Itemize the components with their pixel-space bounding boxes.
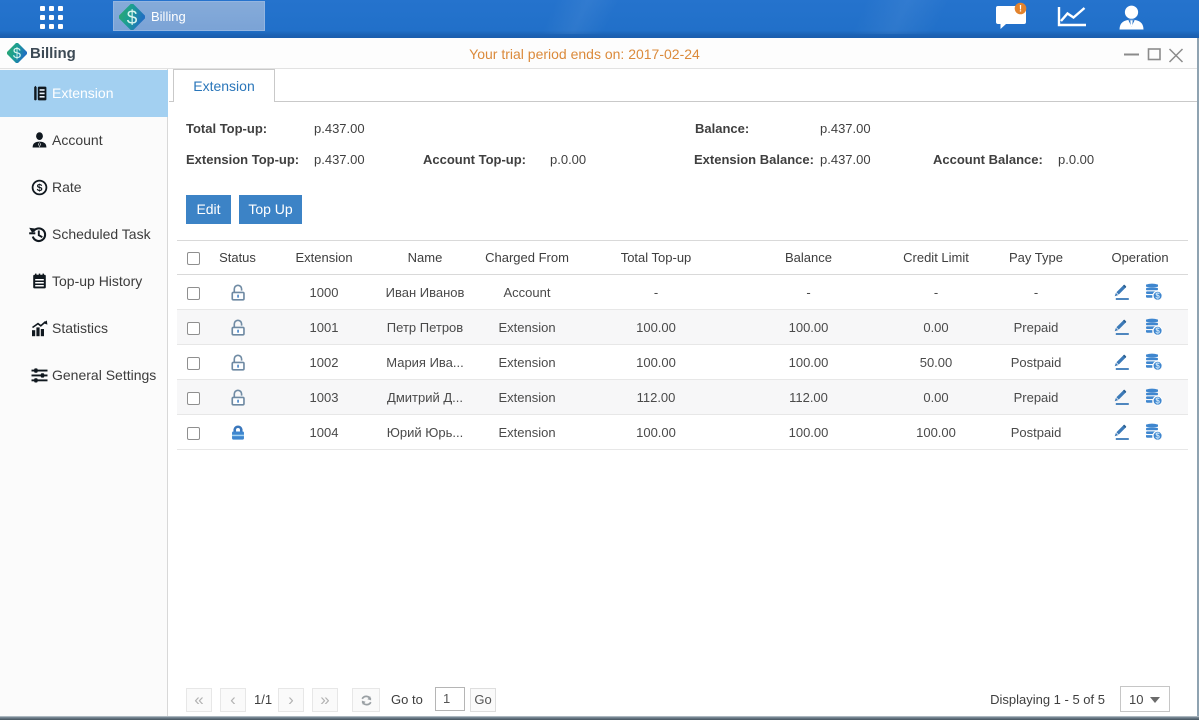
svg-text:$: $ bbox=[1155, 362, 1160, 371]
svg-text:$: $ bbox=[37, 182, 43, 194]
svg-text:$: $ bbox=[1155, 327, 1160, 336]
svg-text:$: $ bbox=[1155, 292, 1160, 301]
svg-text:$: $ bbox=[1155, 432, 1160, 441]
svg-text:!: ! bbox=[1019, 4, 1022, 14]
svg-text:$: $ bbox=[1155, 397, 1160, 406]
